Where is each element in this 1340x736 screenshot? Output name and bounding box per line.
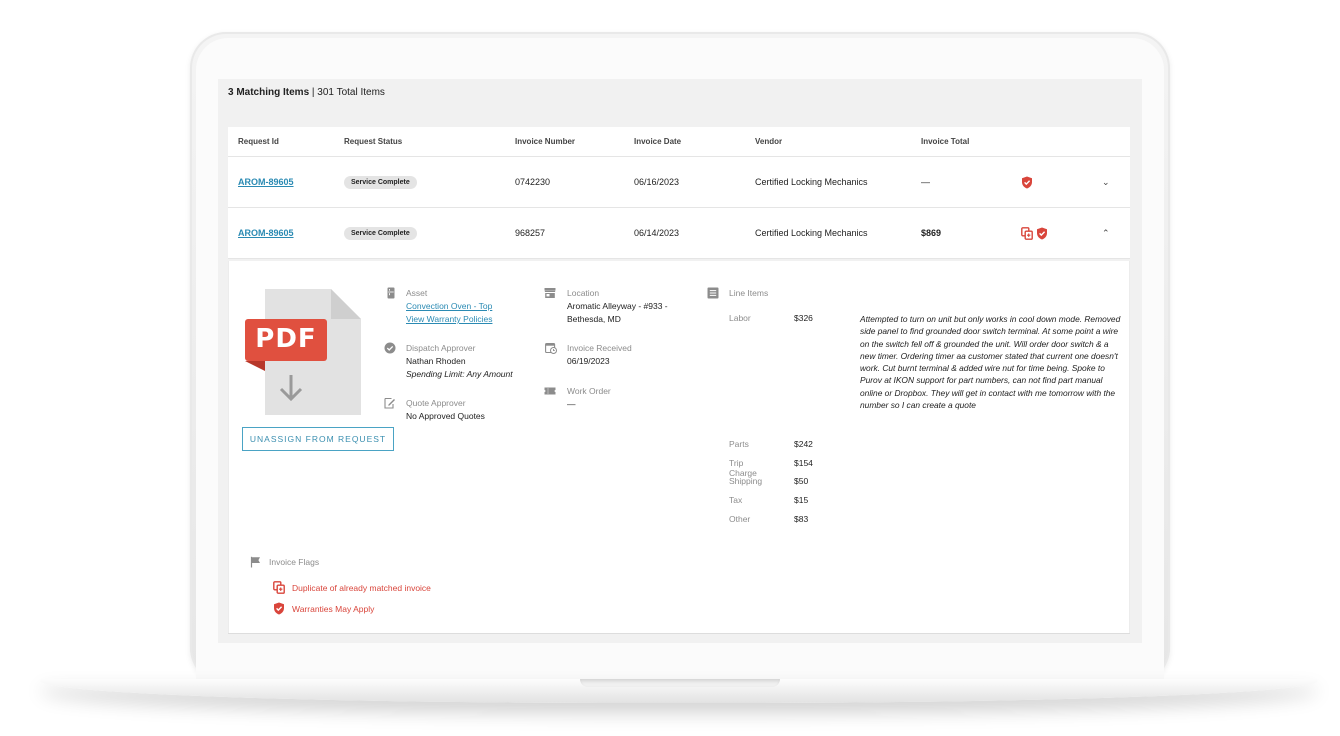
invoice-total: $869: [921, 228, 942, 238]
quote-approver-field: Quote Approver No Approved Quotes: [406, 398, 485, 421]
location-line1: Aromatic Alleyway - #933 -: [567, 301, 668, 311]
chevron-down-icon[interactable]: ⌄: [1102, 177, 1110, 188]
col-request-id[interactable]: Request Id: [238, 137, 279, 146]
row-flags: [1021, 226, 1048, 240]
invoice-number: 0742230: [515, 177, 551, 187]
col-request-status[interactable]: Request Status: [344, 137, 402, 146]
flag-warranty: Warranties May Apply: [273, 602, 374, 615]
chevron-up-icon[interactable]: ⌃: [1102, 228, 1110, 239]
shield-check-icon: [274, 602, 284, 615]
technician-note: Attempted to turn on unit but only works…: [860, 314, 1121, 411]
quote-approver-value: No Approved Quotes: [406, 411, 485, 421]
invoice-date: 06/16/2023: [634, 177, 680, 187]
check-circle-icon: [384, 342, 396, 354]
invoice-received-field: Invoice Received 06/19/2023: [567, 343, 632, 366]
col-invoice-date[interactable]: Invoice Date: [634, 137, 681, 146]
invoice-flags-title: Invoice Flags: [269, 557, 320, 567]
work-order-value: —: [567, 399, 576, 409]
app-screen: 3 Matching Items | 301 Total Items Reque…: [218, 79, 1142, 643]
vendor-name: Certified Locking Mechanics: [755, 177, 868, 187]
invoice-total: —: [921, 177, 930, 187]
warranty-policies-link[interactable]: View Warranty Policies: [406, 313, 492, 326]
col-invoice-total[interactable]: Invoice Total: [921, 137, 969, 146]
invoice-detail-panel: PDF UNASSIGN FROM REQUEST Asset Convecti…: [228, 261, 1130, 635]
shield-check-icon: [1037, 227, 1047, 239]
dispatch-approver-field: Dispatch Approver Nathan Rhoden Spending…: [406, 343, 513, 379]
table-header: Request Id Request Status Invoice Number…: [228, 127, 1130, 157]
laptop-notch: [580, 679, 780, 687]
status-badge: Service Complete: [344, 226, 417, 240]
pdf-download[interactable]: PDF: [245, 289, 361, 415]
row-flags: [1021, 176, 1033, 189]
request-id-link[interactable]: AROM-89605: [238, 177, 294, 187]
asset-link[interactable]: Convection Oven - Top: [406, 300, 492, 313]
status-badge: Service Complete: [344, 175, 417, 189]
col-invoice-number[interactable]: Invoice Number: [515, 137, 575, 146]
laptop-mockup: 3 Matching Items | 301 Total Items Reque…: [0, 0, 1340, 736]
dispatch-approver-name: Nathan Rhoden: [406, 356, 466, 366]
location-line2: Bethesda, MD: [567, 314, 621, 324]
results-summary: 3 Matching Items | 301 Total Items: [228, 87, 385, 98]
invoice-number: 968257: [515, 228, 546, 238]
panel-divider: [228, 633, 1130, 643]
location-field: Location Aromatic Alleyway - #933 - Beth…: [567, 288, 668, 324]
store-icon: [544, 288, 556, 298]
col-vendor[interactable]: Vendor: [755, 137, 782, 146]
work-order-field: Work Order —: [567, 386, 611, 409]
line-items-title: Line Items: [729, 288, 769, 298]
total-count: 301 Total Items: [317, 87, 385, 98]
unassign-from-request-button[interactable]: UNASSIGN FROM REQUEST: [242, 427, 394, 451]
flag-icon: [250, 556, 260, 568]
duplicate-icon: [1021, 226, 1033, 240]
ticket-icon: [544, 387, 556, 395]
table-row[interactable]: AROM-89605 Service Complete 0742230 06/1…: [228, 157, 1130, 208]
asset-field: Asset Convection Oven - Top View Warrant…: [406, 288, 493, 326]
duplicate-icon: [273, 581, 285, 594]
invoice-table: Request Id Request Status Invoice Number…: [228, 127, 1130, 259]
invoice-date: 06/14/2023: [634, 228, 680, 238]
quote-edit-icon: [384, 397, 395, 409]
calendar-clock-icon: [545, 342, 557, 354]
pdf-label: PDF: [255, 324, 317, 354]
invoice-received-date: 06/19/2023: [567, 356, 610, 366]
vendor-name: Certified Locking Mechanics: [755, 228, 868, 238]
request-id-link[interactable]: AROM-89605: [238, 228, 294, 238]
table-row[interactable]: AROM-89605 Service Complete 968257 06/14…: [228, 208, 1130, 259]
flag-duplicate: Duplicate of already matched invoice: [273, 581, 431, 594]
shield-check-icon: [1022, 176, 1032, 188]
refrigerator-icon: [387, 287, 395, 299]
matching-count: 3 Matching Items: [228, 87, 310, 98]
list-icon: [707, 287, 719, 299]
spending-limit: Spending Limit: Any Amount: [406, 369, 513, 379]
